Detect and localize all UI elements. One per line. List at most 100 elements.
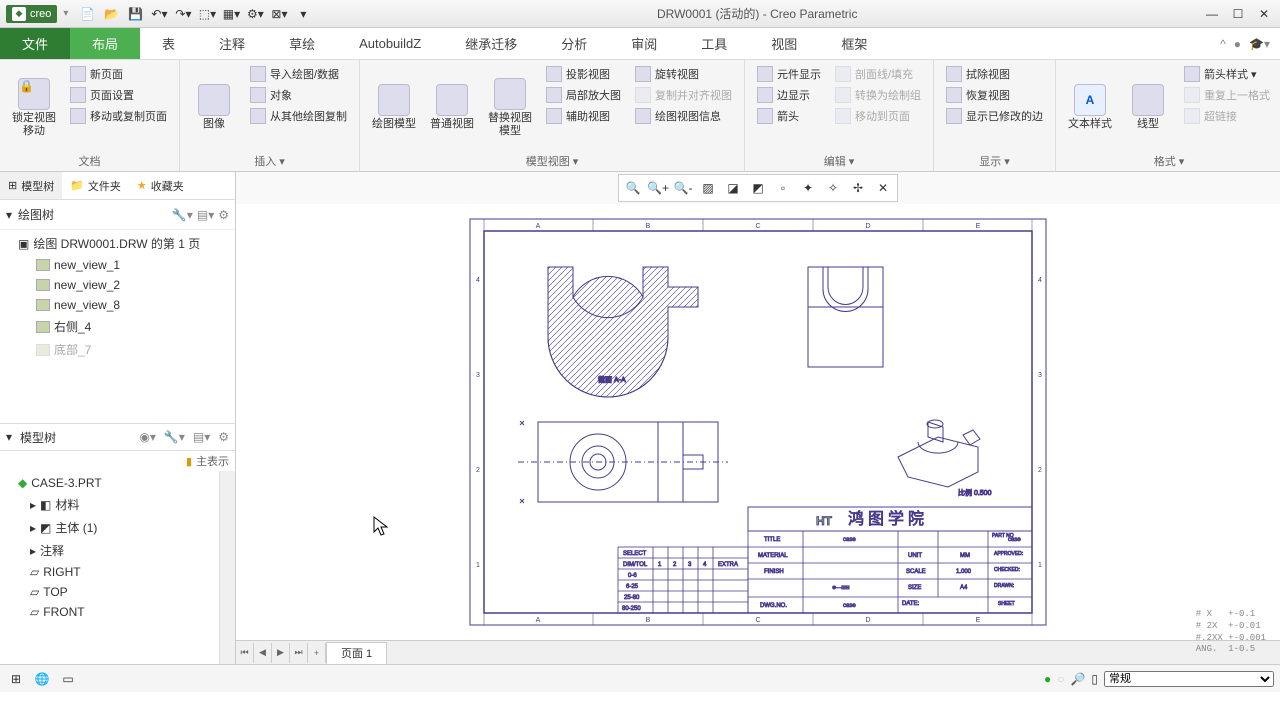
display-style-icon[interactable]: ◪ xyxy=(721,177,745,199)
view-item-1[interactable]: new_view_1 xyxy=(0,255,235,275)
minimize-icon[interactable]: — xyxy=(1200,4,1224,24)
model-item-top[interactable]: ▱TOP xyxy=(0,582,235,602)
file-menu[interactable]: 文件 xyxy=(0,28,70,59)
line-style-button[interactable]: 线型 xyxy=(1122,64,1174,151)
lock-view-button[interactable]: 🔒锁定视图 移动 xyxy=(8,64,60,151)
logo-dropdown-icon[interactable]: ▾ xyxy=(63,8,68,19)
zoom-out-icon[interactable]: 🔍- xyxy=(671,177,695,199)
detail-view-button[interactable]: 局部放大图 xyxy=(542,85,625,105)
axis-display-icon[interactable]: ✦ xyxy=(796,177,820,199)
model-tree-root[interactable]: ◆CASE-3.PRT xyxy=(0,473,235,493)
object-button[interactable]: 对象 xyxy=(246,85,351,105)
datum-display-icon[interactable]: ▫ xyxy=(771,177,795,199)
status-globe-icon[interactable]: 🌐 xyxy=(32,670,52,688)
model-item-body[interactable]: ▸◩主体 (1) xyxy=(0,516,235,539)
open-file-icon[interactable]: 📂 xyxy=(100,4,122,24)
tab-layout[interactable]: 布局 xyxy=(70,28,140,59)
view-item-right4[interactable]: 右侧_4 xyxy=(0,315,235,338)
settings-icon[interactable]: ⚙▾ xyxy=(244,4,266,24)
show-modified-button[interactable]: 显示已修改的边 xyxy=(942,106,1047,126)
view-item-2[interactable]: new_view_2 xyxy=(0,275,235,295)
page-tab-1[interactable]: 页面 1 xyxy=(326,642,387,664)
group-label-model-view[interactable]: 模型视图 ▾ xyxy=(368,151,736,169)
rotate-view-button[interactable]: 旋转视图 xyxy=(631,64,736,84)
sidebar-tab-favorites[interactable]: ★收藏夹 xyxy=(129,172,192,199)
import-drawing-button[interactable]: 导入绘图/数据 xyxy=(246,64,351,84)
shade-icon[interactable]: ◩ xyxy=(746,177,770,199)
more-icon[interactable]: ▾ xyxy=(292,4,314,24)
model-item-annotation[interactable]: ▸注释 xyxy=(0,539,235,562)
sidebar-tab-folder[interactable]: 📁文件夹 xyxy=(62,172,129,199)
zoom-in-icon[interactable]: 🔍+ xyxy=(646,177,670,199)
close-win-icon[interactable]: ⊠▾ xyxy=(268,4,290,24)
repaint-icon[interactable]: ▨ xyxy=(696,177,720,199)
drawing-tree-root[interactable]: ▣绘图 DRW0001.DRW 的第 1 页 xyxy=(0,232,235,255)
model-tree-tool4-icon[interactable]: ⚙ xyxy=(218,430,229,444)
add-page-icon[interactable]: + xyxy=(308,643,326,663)
group-label-edit[interactable]: 编辑 ▾ xyxy=(753,151,925,169)
view-info-button[interactable]: 绘图视图信息 xyxy=(631,106,736,126)
collapse-icon[interactable]: ▾ xyxy=(6,208,12,222)
tab-legacy[interactable]: 继承迁移 xyxy=(443,28,539,59)
next-page-icon[interactable]: ▶ xyxy=(272,643,290,663)
page-setup-button[interactable]: 页面设置 xyxy=(66,85,171,105)
prev-page-icon[interactable]: ◀ xyxy=(254,643,272,663)
erase-view-button[interactable]: 拭除视图 xyxy=(942,64,1047,84)
projection-view-button[interactable]: 投影视图 xyxy=(542,64,625,84)
group-label-format[interactable]: 格式 ▾ xyxy=(1064,151,1274,169)
resume-view-button[interactable]: 恢复视图 xyxy=(942,85,1047,105)
replace-view-button[interactable]: 替换视图 模型 xyxy=(484,64,536,151)
group-label-insert[interactable]: 插入 ▾ xyxy=(188,151,351,169)
annotation-display-icon[interactable]: ✕ xyxy=(871,177,895,199)
undo-icon[interactable]: ↶▾ xyxy=(148,4,170,24)
drawing-canvas[interactable]: ABCDE ABCDE 4321 4321 截面 A-A xyxy=(236,204,1280,640)
status-tree-icon[interactable]: ⊞ xyxy=(6,670,26,688)
tab-analysis[interactable]: 分析 xyxy=(539,28,609,59)
tab-annotate[interactable]: 注释 xyxy=(197,28,267,59)
windows-icon[interactable]: ▦▾ xyxy=(220,4,242,24)
model-item-material[interactable]: ▸◧材料 xyxy=(0,493,235,516)
model-item-front[interactable]: ▱FRONT xyxy=(0,602,235,622)
sub-representation[interactable]: ▮主表示 xyxy=(0,451,235,471)
maximize-icon[interactable]: ☐ xyxy=(1226,4,1250,24)
general-view-button[interactable]: 普通视图 xyxy=(426,64,478,151)
regen-icon[interactable]: ⬚▾ xyxy=(196,4,218,24)
zoom-fit-icon[interactable]: 🔍 xyxy=(621,177,645,199)
group-label-show[interactable]: 显示 ▾ xyxy=(942,151,1047,169)
sidebar-tab-model-tree[interactable]: ⊞模型树 xyxy=(0,172,62,199)
component-display-button[interactable]: 元件显示 xyxy=(753,64,825,84)
redo-icon[interactable]: ↷▾ xyxy=(172,4,194,24)
status-window-icon[interactable]: ▭ xyxy=(58,670,78,688)
tab-view[interactable]: 视图 xyxy=(749,28,819,59)
tree-tool-filter-icon[interactable]: 🔧▾ xyxy=(172,208,193,222)
close-icon[interactable]: ✕ xyxy=(1252,4,1276,24)
last-page-icon[interactable]: ⏭ xyxy=(290,643,308,663)
aux-view-button[interactable]: 辅助视图 xyxy=(542,106,625,126)
tab-review[interactable]: 审阅 xyxy=(609,28,679,59)
tab-frame[interactable]: 框架 xyxy=(819,28,889,59)
collapse-icon[interactable]: ▾ xyxy=(6,430,12,444)
model-tree-tool1-icon[interactable]: ◉▾ xyxy=(139,430,156,444)
first-page-icon[interactable]: ⏮ xyxy=(236,643,254,663)
tab-table[interactable]: 表 xyxy=(140,28,197,59)
image-button[interactable]: 图像 xyxy=(188,64,240,151)
expand-icon[interactable]: ▸ xyxy=(30,498,36,512)
arrow-button[interactable]: 箭头 xyxy=(753,106,825,126)
view-item-8[interactable]: new_view_8 xyxy=(0,295,235,315)
expand-icon[interactable]: ▸ xyxy=(30,544,36,558)
copy-from-drawing-button[interactable]: 从其他绘图复制 xyxy=(246,106,351,126)
user-icon[interactable]: ● xyxy=(1234,37,1241,51)
model-item-right[interactable]: ▱RIGHT xyxy=(0,562,235,582)
arrow-style-button[interactable]: 箭头样式 ▾ xyxy=(1180,64,1274,84)
point-display-icon[interactable]: ✧ xyxy=(821,177,845,199)
tab-autobuildz[interactable]: AutobuildZ xyxy=(337,28,443,59)
selection-filter-dropdown[interactable]: 常规 xyxy=(1104,671,1274,687)
model-tree-tool3-icon[interactable]: ▤▾ xyxy=(193,430,210,444)
status-find-icon[interactable]: 🔎 xyxy=(1070,672,1085,686)
expand-icon[interactable]: ▸ xyxy=(30,521,36,535)
new-page-button[interactable]: 新页面 xyxy=(66,64,171,84)
model-tree-tool2-icon[interactable]: 🔧▾ xyxy=(164,430,185,444)
help-icon[interactable]: 🎓▾ xyxy=(1249,37,1270,51)
move-copy-page-button[interactable]: 移动或复制页面 xyxy=(66,106,171,126)
tree-tool-list-icon[interactable]: ▤▾ xyxy=(197,208,214,222)
